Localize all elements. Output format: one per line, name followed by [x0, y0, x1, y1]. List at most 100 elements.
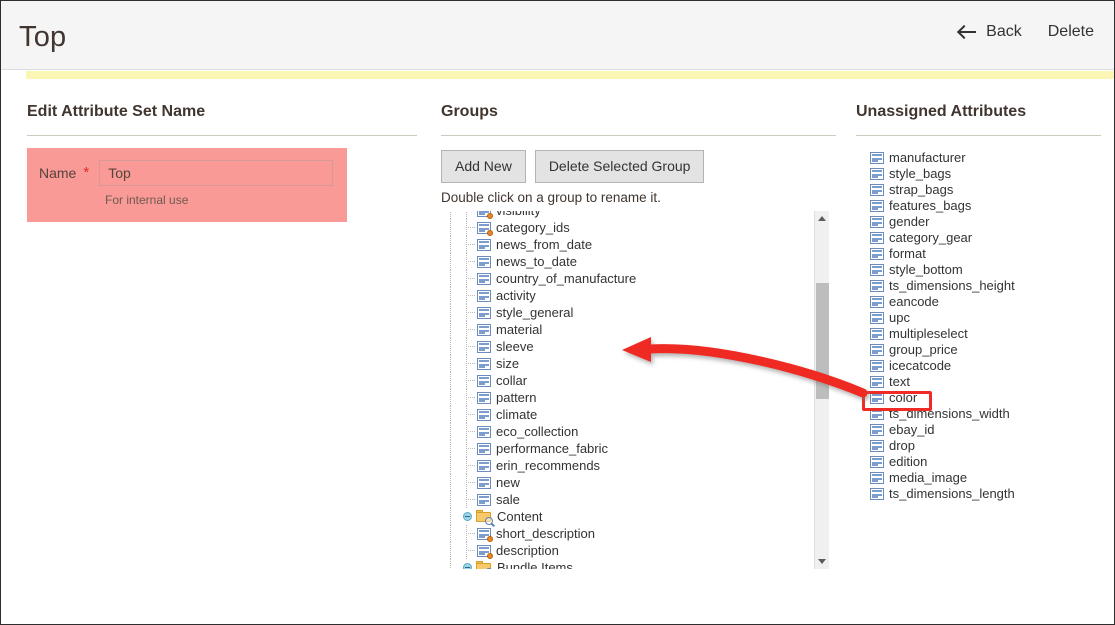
name-input[interactable]	[99, 160, 334, 186]
edit-attribute-set-name-panel: Edit Attribute Set Name Name * For inter…	[27, 101, 417, 222]
delete-button[interactable]: Delete	[1048, 21, 1094, 43]
groups-tree-list: visibilitycategory_idsnews_from_datenews…	[441, 211, 811, 569]
attribute-badged-icon	[477, 221, 493, 236]
tree-elbow	[461, 219, 477, 236]
unassigned-attribute-item[interactable]: media_image	[856, 470, 1101, 486]
unassigned-attribute-item[interactable]: ts_dimensions_length	[856, 486, 1101, 502]
unassigned-attribute-item[interactable]: ebay_id	[856, 422, 1101, 438]
attribute-icon	[477, 323, 491, 336]
unassigned-attribute-label: drop	[889, 438, 916, 453]
tree-row-label: Content	[497, 509, 543, 524]
tree-attribute-row[interactable]: erin_recommends	[441, 457, 811, 474]
unassigned-attribute-item[interactable]: multipleselect	[856, 326, 1101, 342]
unassigned-attribute-item[interactable]: features_bags	[856, 198, 1101, 214]
tree-row-label: sleeve	[496, 339, 534, 354]
tree-attribute-row[interactable]: sale	[441, 491, 811, 508]
tree-folder-row[interactable]: Content	[441, 508, 811, 525]
tree-attribute-row[interactable]: short_description	[441, 525, 811, 542]
delete-selected-group-button[interactable]: Delete Selected Group	[534, 150, 705, 183]
tree-attribute-row[interactable]: pattern	[441, 389, 811, 406]
tree-attribute-row[interactable]: performance_fabric	[441, 440, 811, 457]
tree-elbow	[461, 270, 477, 287]
tree-row-label: collar	[496, 373, 528, 388]
triangle-down-icon[interactable]	[815, 554, 829, 569]
attribute-icon	[870, 376, 884, 388]
unassigned-attribute-item[interactable]: edition	[856, 454, 1101, 470]
unassigned-attribute-item[interactable]: color	[856, 390, 1101, 406]
tree-elbow	[461, 542, 477, 559]
attribute-icon	[870, 232, 884, 244]
tree-attribute-row[interactable]: news_to_date	[441, 253, 811, 270]
tree-guide	[441, 304, 461, 321]
folder-search-icon	[476, 510, 493, 525]
unassigned-attribute-label: eancode	[889, 294, 939, 309]
unassigned-attribute-item[interactable]: ts_dimensions_width	[856, 406, 1101, 422]
triangle-up-icon[interactable]	[815, 211, 829, 226]
unassigned-attribute-label: media_image	[889, 470, 968, 485]
tree-elbow	[461, 211, 477, 219]
tree-row-label: pattern	[496, 390, 537, 405]
attribute-icon	[477, 493, 491, 506]
tree-elbow	[461, 423, 477, 440]
groups-toolbar: Add New Delete Selected Group	[441, 150, 836, 183]
unassigned-attribute-item[interactable]: style_bags	[856, 166, 1101, 182]
tree-row-label: activity	[496, 288, 536, 303]
tree-attribute-row[interactable]: climate	[441, 406, 811, 423]
tree-elbow	[461, 440, 477, 457]
unassigned-attribute-item[interactable]: style_bottom	[856, 262, 1101, 278]
section-divider	[27, 135, 417, 136]
tree-elbow	[461, 372, 477, 389]
tree-attribute-row[interactable]: visibility	[441, 211, 811, 219]
tree-guide	[441, 287, 461, 304]
tree-attribute-row[interactable]: activity	[441, 287, 811, 304]
tree-folder-row[interactable]: Bundle Items	[441, 559, 811, 569]
tree-attribute-row[interactable]: eco_collection	[441, 423, 811, 440]
unassigned-attribute-item[interactable]: manufacturer	[856, 150, 1101, 166]
tree-attribute-row[interactable]: collar	[441, 372, 811, 389]
tree-guide	[441, 338, 461, 355]
tree-attribute-row[interactable]: news_from_date	[441, 236, 811, 253]
tree-attribute-row[interactable]: size	[441, 355, 811, 372]
tree-guide	[441, 491, 461, 508]
tree-attribute-row[interactable]: material	[441, 321, 811, 338]
name-field-help-text: For internal use	[105, 193, 189, 207]
collapse-expander-icon[interactable]	[461, 508, 476, 525]
tree-attribute-row[interactable]: description	[441, 542, 811, 559]
tree-attribute-row[interactable]: sleeve	[441, 338, 811, 355]
attribute-icon	[477, 340, 491, 353]
tree-attribute-row[interactable]: category_ids	[441, 219, 811, 236]
tree-elbow	[461, 355, 477, 372]
attribute-icon	[870, 456, 884, 468]
unassigned-attribute-item[interactable]: icecatcode	[856, 358, 1101, 374]
unassigned-attribute-label: style_bags	[889, 166, 952, 181]
collapse-expander-icon[interactable]	[461, 559, 476, 569]
unassigned-attribute-item[interactable]: eancode	[856, 294, 1101, 310]
unassigned-attribute-item[interactable]: strap_bags	[856, 182, 1101, 198]
groups-tree-scrollbar[interactable]	[814, 211, 829, 569]
tree-row-label: description	[496, 543, 559, 558]
attribute-icon	[870, 408, 884, 420]
tree-attribute-row[interactable]: new	[441, 474, 811, 491]
groups-tree[interactable]: visibilitycategory_idsnews_from_datenews…	[441, 211, 829, 569]
tree-attribute-row[interactable]: style_general	[441, 304, 811, 321]
scrollbar-thumb[interactable]	[816, 283, 829, 399]
attribute-icon	[870, 216, 884, 228]
unassigned-attribute-item[interactable]: drop	[856, 438, 1101, 454]
add-new-group-button[interactable]: Add New	[441, 150, 526, 183]
attribute-icon	[870, 392, 884, 404]
tree-row-label: climate	[496, 407, 538, 422]
unassigned-attribute-item[interactable]: gender	[856, 214, 1101, 230]
page-header: Top Back Delete	[1, 1, 1114, 70]
unassigned-attribute-label: edition	[889, 454, 928, 469]
unassigned-attribute-item[interactable]: text	[856, 374, 1101, 390]
unassigned-attribute-item[interactable]: group_price	[856, 342, 1101, 358]
unassigned-attribute-item[interactable]: category_gear	[856, 230, 1101, 246]
back-button[interactable]: Back	[959, 21, 1022, 43]
unassigned-attribute-item[interactable]: ts_dimensions_height	[856, 278, 1101, 294]
tree-attribute-row[interactable]: country_of_manufacture	[441, 270, 811, 287]
unassigned-attributes-list[interactable]: manufacturer style_bags strap_bags features…	[856, 150, 1101, 550]
unassigned-attribute-item[interactable]: format	[856, 246, 1101, 262]
unassigned-attribute-item[interactable]: upc	[856, 310, 1101, 326]
attribute-icon	[870, 472, 884, 484]
attribute-badged-icon	[477, 544, 493, 559]
